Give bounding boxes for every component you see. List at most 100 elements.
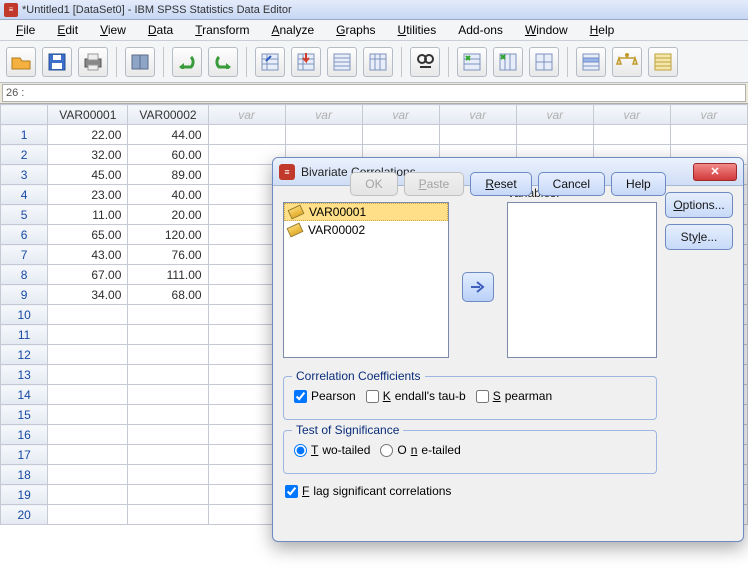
column-header-empty[interactable]: var (439, 105, 516, 125)
insert-variable-button[interactable] (493, 47, 523, 77)
cell[interactable] (48, 465, 128, 485)
cell[interactable] (439, 125, 516, 145)
cell[interactable] (128, 465, 208, 485)
spearman-checkbox[interactable]: Spearman (476, 389, 552, 403)
help-button[interactable]: Help (611, 172, 666, 196)
cell[interactable] (48, 365, 128, 385)
cell[interactable]: 65.00 (48, 225, 128, 245)
open-button[interactable] (6, 47, 36, 77)
cell[interactable] (128, 365, 208, 385)
column-header-empty[interactable]: var (362, 105, 439, 125)
ok-button[interactable]: OK (350, 172, 397, 196)
row-header[interactable]: 10 (1, 305, 48, 325)
row-header[interactable]: 14 (1, 385, 48, 405)
cell[interactable] (48, 405, 128, 425)
cell[interactable] (48, 505, 128, 525)
cell[interactable] (48, 345, 128, 365)
row-header[interactable]: 4 (1, 185, 48, 205)
cell[interactable]: 20.00 (128, 205, 208, 225)
row-header[interactable]: 17 (1, 445, 48, 465)
cell[interactable] (128, 445, 208, 465)
row-header[interactable]: 13 (1, 365, 48, 385)
reset-button[interactable]: Reset (470, 172, 531, 196)
cell[interactable]: 11.00 (48, 205, 128, 225)
menu-utilities[interactable]: Utilities (388, 21, 447, 39)
menu-view[interactable]: View (90, 21, 136, 39)
cell[interactable] (593, 125, 670, 145)
cell[interactable] (128, 425, 208, 445)
column-header-empty[interactable]: var (208, 105, 285, 125)
cell[interactable] (48, 445, 128, 465)
row-header[interactable]: 19 (1, 485, 48, 505)
cell[interactable]: 60.00 (128, 145, 208, 165)
list-item[interactable]: VAR00001 (284, 203, 448, 221)
menu-window[interactable]: Window (515, 21, 578, 39)
flag-correlations-checkbox[interactable]: Flag significant correlations (285, 484, 451, 498)
row-header[interactable]: 15 (1, 405, 48, 425)
cell-address[interactable]: 26 : (2, 84, 746, 102)
grid-corner[interactable] (1, 105, 48, 125)
row-header[interactable]: 7 (1, 245, 48, 265)
cell[interactable]: 111.00 (128, 265, 208, 285)
cell[interactable] (128, 505, 208, 525)
weight-cases-button[interactable] (612, 47, 642, 77)
style-button[interactable]: Style... (665, 224, 733, 250)
column-header-empty[interactable]: var (593, 105, 670, 125)
cell[interactable] (128, 405, 208, 425)
menu-addons[interactable]: Add-ons (448, 21, 513, 39)
redo-button[interactable] (208, 47, 238, 77)
list-item[interactable]: VAR00002 (284, 221, 448, 239)
column-header-empty[interactable]: var (670, 105, 747, 125)
column-header[interactable]: VAR00001 (48, 105, 128, 125)
save-button[interactable] (42, 47, 72, 77)
cell[interactable] (208, 125, 285, 145)
row-header[interactable]: 2 (1, 145, 48, 165)
row-header[interactable]: 20 (1, 505, 48, 525)
menu-data[interactable]: Data (138, 21, 183, 39)
row-header[interactable]: 1 (1, 125, 48, 145)
menu-transform[interactable]: Transform (185, 21, 259, 39)
cell[interactable]: 68.00 (128, 285, 208, 305)
cancel-button[interactable]: Cancel (538, 172, 605, 196)
cell[interactable]: 43.00 (48, 245, 128, 265)
cell[interactable] (48, 325, 128, 345)
column-header[interactable]: VAR00002 (128, 105, 208, 125)
menu-analyze[interactable]: Analyze (261, 21, 324, 39)
menu-edit[interactable]: Edit (47, 21, 88, 39)
cell[interactable]: 40.00 (128, 185, 208, 205)
variables-button[interactable] (327, 47, 357, 77)
menu-help[interactable]: Help (580, 21, 625, 39)
menu-file[interactable]: File (6, 21, 45, 39)
undo-button[interactable] (172, 47, 202, 77)
two-tailed-radio[interactable]: Two-tailed (294, 443, 370, 457)
pearson-checkbox[interactable]: Pearson (294, 389, 356, 403)
cell[interactable] (362, 125, 439, 145)
cell[interactable]: 23.00 (48, 185, 128, 205)
cell[interactable] (48, 485, 128, 505)
cell[interactable]: 34.00 (48, 285, 128, 305)
menu-graphs[interactable]: Graphs (326, 21, 385, 39)
cell[interactable]: 89.00 (128, 165, 208, 185)
print-button[interactable] (78, 47, 108, 77)
move-right-button[interactable] (462, 272, 494, 302)
cell[interactable] (670, 125, 747, 145)
row-header[interactable]: 12 (1, 345, 48, 365)
value-labels-button[interactable] (648, 47, 678, 77)
row-header[interactable]: 18 (1, 465, 48, 485)
goto-variable-button[interactable] (291, 47, 321, 77)
cell[interactable]: 76.00 (128, 245, 208, 265)
run-descriptives-button[interactable] (363, 47, 393, 77)
cell[interactable] (48, 305, 128, 325)
row-header[interactable]: 16 (1, 425, 48, 445)
column-header-empty[interactable]: var (285, 105, 362, 125)
cell[interactable] (128, 385, 208, 405)
cell[interactable] (128, 325, 208, 345)
cell[interactable] (516, 125, 593, 145)
cell[interactable] (285, 125, 362, 145)
row-header[interactable]: 11 (1, 325, 48, 345)
insert-case-button[interactable] (457, 47, 487, 77)
row-header[interactable]: 9 (1, 285, 48, 305)
cell[interactable]: 67.00 (48, 265, 128, 285)
target-variable-list[interactable] (507, 202, 657, 358)
cell[interactable] (48, 425, 128, 445)
